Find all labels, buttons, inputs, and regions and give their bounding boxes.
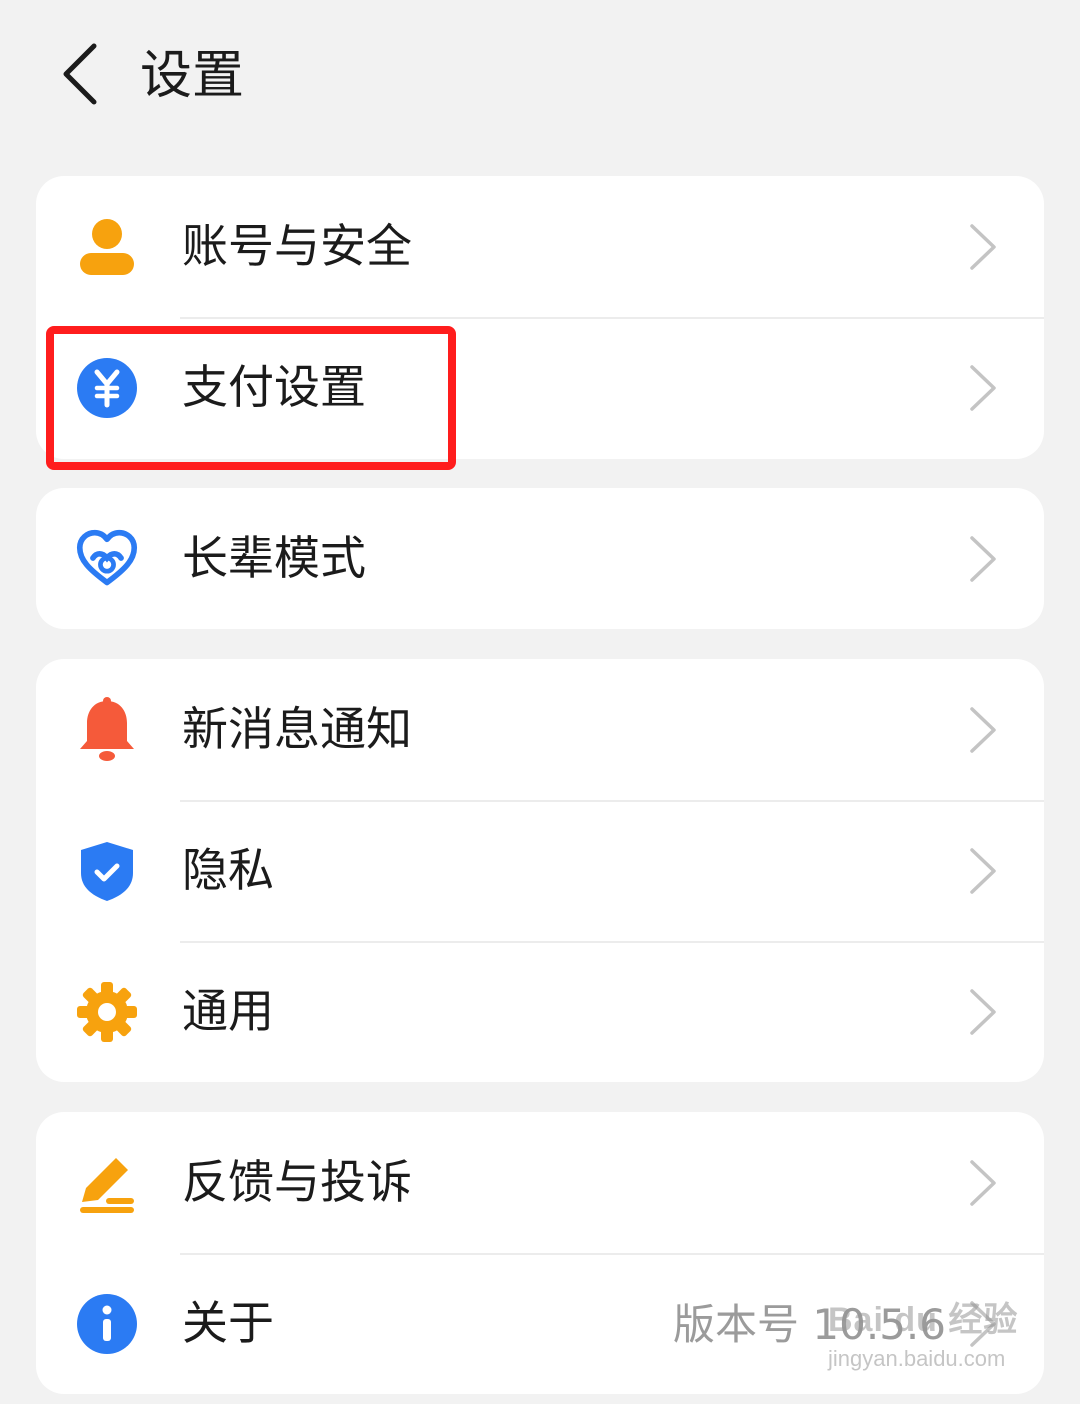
settings-item-feedback[interactable]: 反馈与投诉 <box>36 1112 1044 1253</box>
settings-item-label: 新消息通知 <box>182 702 412 756</box>
person-icon <box>76 216 138 278</box>
version-value: 版本号 10.5.6 <box>673 1300 946 1349</box>
settings-item-about[interactable]: 关于 版本号 10.5.6 <box>36 1253 1044 1394</box>
settings-group-account: 账号与安全 支付设置 <box>36 176 1044 459</box>
settings-item-label: 账号与安全 <box>182 219 412 273</box>
settings-item-notifications[interactable]: 新消息通知 <box>36 659 1044 800</box>
chevron-right-icon <box>970 848 996 894</box>
settings-item-label: 长辈模式 <box>182 531 366 585</box>
top-bar: 设置 <box>0 0 1080 150</box>
chevron-left-icon <box>63 43 97 105</box>
settings-group-elder: 长辈模式 <box>36 488 1044 629</box>
chevron-right-icon <box>970 989 996 1035</box>
settings-item-label: 隐私 <box>182 843 274 897</box>
chevron-right-icon <box>970 365 996 411</box>
chevron-right-icon <box>970 707 996 753</box>
settings-item-label: 支付设置 <box>182 360 366 414</box>
settings-group-about: 反馈与投诉 关于 版本号 10.5.6 <box>36 1112 1044 1394</box>
settings-item-payment[interactable]: 支付设置 <box>36 317 1044 458</box>
settings-item-label: 反馈与投诉 <box>182 1155 412 1209</box>
yuan-coin-icon <box>76 357 138 419</box>
chevron-right-icon <box>970 1160 996 1206</box>
page-title: 设置 <box>140 46 245 106</box>
settings-group-general: 新消息通知 隐私 通用 <box>36 659 1044 1082</box>
settings-item-account-security[interactable]: 账号与安全 <box>36 176 1044 317</box>
settings-item-label: 通用 <box>182 984 274 1038</box>
settings-item-label: 关于 <box>182 1296 274 1350</box>
heart-hands-icon <box>76 528 138 590</box>
chevron-right-icon <box>970 536 996 582</box>
pencil-edit-icon <box>76 1152 138 1214</box>
settings-item-elder-mode[interactable]: 长辈模式 <box>36 488 1044 629</box>
settings-item-general[interactable]: 通用 <box>36 941 1044 1082</box>
shield-check-icon <box>76 840 138 902</box>
gear-icon <box>76 981 138 1043</box>
chevron-right-icon <box>970 224 996 270</box>
settings-item-privacy[interactable]: 隐私 <box>36 800 1044 941</box>
chevron-right-icon <box>970 1301 996 1347</box>
back-button[interactable] <box>40 34 120 114</box>
info-icon <box>76 1293 138 1355</box>
bell-icon <box>76 697 138 761</box>
